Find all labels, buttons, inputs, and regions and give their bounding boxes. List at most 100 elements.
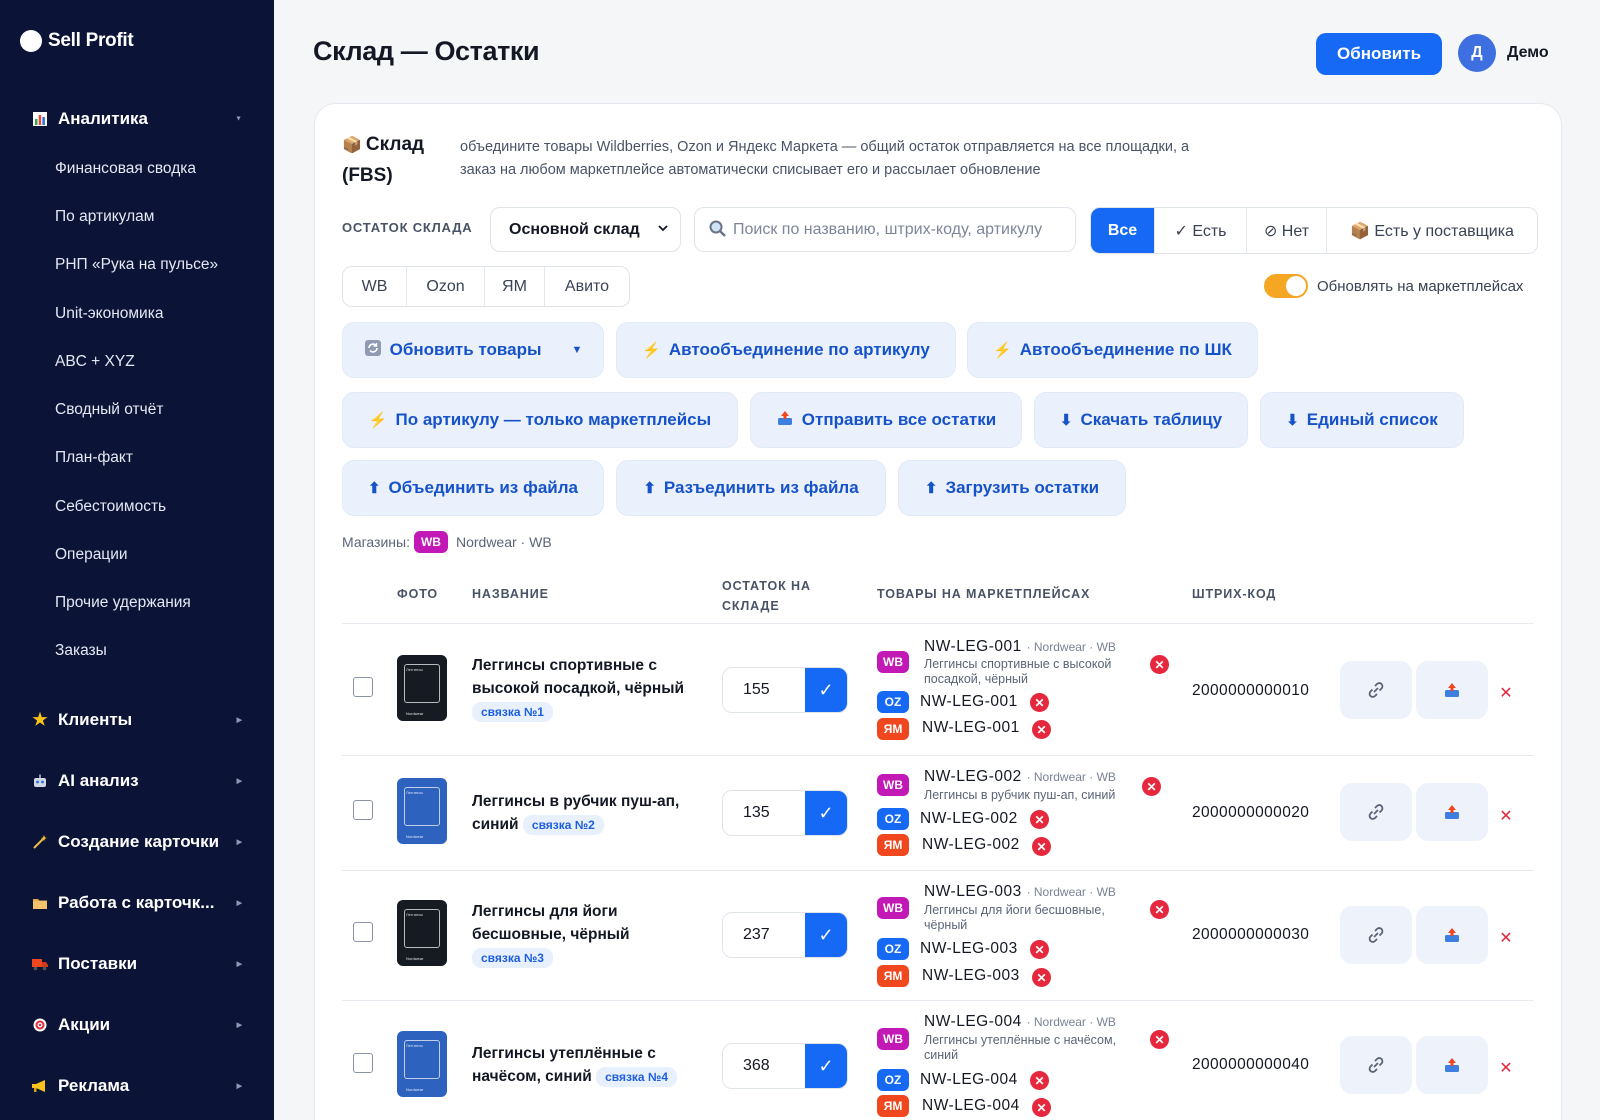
mp-sku-oz[interactable]: NW-LEG-004 bbox=[920, 1071, 1018, 1089]
row-checkbox[interactable] bbox=[353, 800, 373, 820]
merge-from-file-button[interactable]: ⬆ Объединить из файла bbox=[342, 460, 604, 516]
robot-icon bbox=[30, 771, 50, 791]
filter-avito[interactable]: Авито bbox=[545, 267, 629, 306]
sidebar-item-other-deductions[interactable]: Прочие удержания bbox=[55, 586, 265, 620]
filter-wb[interactable]: WB bbox=[343, 267, 407, 306]
unlink-oz-button[interactable]: ✕ bbox=[1030, 940, 1049, 959]
mp-sku-wb[interactable]: NW-LEG-003 · Nordwear · WB bbox=[924, 883, 1116, 901]
brand-logo[interactable]: Sell Profit bbox=[20, 30, 134, 52]
by-article-mp-only-button[interactable]: ⚡ По артикулу — только маркетплейсы bbox=[342, 392, 738, 448]
unlink-wb-button[interactable]: ✕ bbox=[1150, 900, 1169, 919]
mp-sku-ym[interactable]: NW-LEG-003 bbox=[922, 967, 1020, 985]
update-marketplaces-toggle[interactable] bbox=[1264, 274, 1308, 298]
link-button[interactable] bbox=[1340, 906, 1412, 964]
row-checkbox[interactable] bbox=[353, 677, 373, 697]
unlink-oz-button[interactable]: ✕ bbox=[1030, 1071, 1049, 1090]
row-checkbox[interactable] bbox=[353, 1053, 373, 1073]
link-tag[interactable]: связка №1 bbox=[472, 702, 553, 722]
nav-ads[interactable]: Реклама ▶ bbox=[30, 1066, 252, 1106]
nav-ai-analysis[interactable]: AI анализ ▶ bbox=[30, 761, 252, 801]
sidebar-item-summary-report[interactable]: Сводный отчёт bbox=[55, 393, 265, 427]
nav-promotions[interactable]: Акции ▶ bbox=[30, 1005, 252, 1045]
mp-sku-ym[interactable]: NW-LEG-002 bbox=[922, 836, 1020, 854]
unified-list-button[interactable]: ⬇ Единый список bbox=[1260, 392, 1464, 448]
confirm-check-icon[interactable]: ✓ bbox=[805, 1044, 847, 1088]
sidebar-item-financial-summary[interactable]: Финансовая сводка bbox=[55, 152, 265, 186]
auto-merge-barcode-button[interactable]: ⚡ Автообъединение по ШК bbox=[967, 322, 1258, 378]
link-button[interactable] bbox=[1340, 783, 1412, 841]
shop-badge-wb[interactable]: WB bbox=[413, 531, 448, 553]
user-name[interactable]: Демо bbox=[1507, 44, 1549, 62]
split-from-file-button[interactable]: ⬆ Разъединить из файла bbox=[616, 460, 886, 516]
sidebar-item-orders[interactable]: Заказы bbox=[55, 634, 265, 668]
filter-in-stock[interactable]: ✓ Есть bbox=[1155, 208, 1247, 253]
unlink-ym-button[interactable]: ✕ bbox=[1032, 720, 1051, 739]
sidebar-item-plan-fact[interactable]: План-факт bbox=[55, 441, 265, 475]
delete-row-icon[interactable]: ✕ bbox=[1498, 930, 1514, 947]
confirm-check-icon[interactable]: ✓ bbox=[805, 913, 847, 957]
unlink-ym-button[interactable]: ✕ bbox=[1032, 968, 1051, 987]
delete-row-icon[interactable]: ✕ bbox=[1498, 685, 1514, 702]
mp-sku-wb[interactable]: NW-LEG-004 · Nordwear · WB bbox=[924, 1013, 1116, 1031]
stock-input[interactable] bbox=[723, 1044, 807, 1088]
mp-sku-oz[interactable]: NW-LEG-001 bbox=[920, 693, 1018, 711]
sidebar-item-cost[interactable]: Себестоимость bbox=[55, 490, 265, 524]
sidebar-item-operations[interactable]: Операции bbox=[55, 538, 265, 572]
sidebar-item-rnp[interactable]: РНП «Рука на пульсе» bbox=[55, 248, 265, 282]
avatar[interactable]: Д bbox=[1458, 34, 1496, 72]
mp-sku-oz[interactable]: NW-LEG-002 bbox=[920, 810, 1018, 828]
confirm-check-icon[interactable]: ✓ bbox=[805, 791, 847, 835]
nav-clients[interactable]: ★ Клиенты ▶ bbox=[30, 700, 252, 740]
nav-card-creation[interactable]: Создание карточки ▶ bbox=[30, 822, 252, 862]
refresh-button[interactable]: Обновить bbox=[1316, 33, 1442, 75]
send-stock-button[interactable] bbox=[1416, 906, 1488, 964]
filter-out-of-stock[interactable]: ⊘ Нет bbox=[1247, 208, 1327, 253]
filter-supplier-stock[interactable]: 📦 Есть у поставщика bbox=[1327, 208, 1537, 253]
sidebar-item-by-articles[interactable]: По артикулам bbox=[55, 200, 265, 234]
unlink-oz-button[interactable]: ✕ bbox=[1030, 810, 1049, 829]
nav-card-work[interactable]: Работа с карточк... ▶ bbox=[30, 883, 252, 923]
link-button[interactable] bbox=[1340, 1036, 1412, 1094]
unlink-wb-button[interactable]: ✕ bbox=[1150, 655, 1169, 674]
mp-sku-wb[interactable]: NW-LEG-002 · Nordwear · WB bbox=[924, 768, 1116, 786]
sidebar-item-abc-xyz[interactable]: ABC + XYZ bbox=[55, 345, 265, 379]
mp-sku-ym[interactable]: NW-LEG-004 bbox=[922, 1097, 1020, 1115]
stock-input[interactable] bbox=[723, 913, 807, 957]
send-all-stock-button[interactable]: Отправить все остатки bbox=[750, 392, 1022, 448]
filter-all[interactable]: Все bbox=[1091, 208, 1155, 253]
sidebar-item-unit-economics[interactable]: Unit-экономика bbox=[55, 297, 265, 331]
search-field[interactable] bbox=[694, 207, 1076, 252]
nav-analytics[interactable]: Аналитика ▼ bbox=[30, 99, 252, 139]
nav-supplies[interactable]: Поставки ▶ bbox=[30, 944, 252, 984]
filter-ozon[interactable]: Ozon bbox=[407, 267, 485, 306]
update-products-button[interactable]: Обновить товары ▼ bbox=[342, 322, 604, 378]
stock-input[interactable] bbox=[723, 668, 807, 712]
link-button[interactable] bbox=[1340, 661, 1412, 719]
stock-input[interactable] bbox=[723, 791, 807, 835]
confirm-check-icon[interactable]: ✓ bbox=[805, 668, 847, 712]
row-checkbox[interactable] bbox=[353, 922, 373, 942]
send-stock-button[interactable] bbox=[1416, 1036, 1488, 1094]
unlink-wb-button[interactable]: ✕ bbox=[1142, 777, 1161, 796]
delete-row-icon[interactable]: ✕ bbox=[1498, 808, 1514, 825]
link-tag[interactable]: связка №3 bbox=[472, 948, 553, 968]
caret-down-icon[interactable]: ▼ bbox=[571, 344, 582, 356]
unlink-ym-button[interactable]: ✕ bbox=[1032, 1098, 1051, 1117]
send-stock-button[interactable] bbox=[1416, 783, 1488, 841]
send-stock-button[interactable] bbox=[1416, 661, 1488, 719]
upload-stock-button[interactable]: ⬆ Загрузить остатки bbox=[898, 460, 1126, 516]
mp-sku-wb[interactable]: NW-LEG-001 · Nordwear · WB bbox=[924, 638, 1116, 656]
link-tag[interactable]: связка №2 bbox=[522, 815, 604, 835]
search-input[interactable] bbox=[733, 220, 1063, 239]
mp-sku-ym[interactable]: NW-LEG-001 bbox=[922, 719, 1020, 737]
link-tag[interactable]: связка №4 bbox=[596, 1067, 677, 1087]
mp-sku-oz[interactable]: NW-LEG-003 bbox=[920, 940, 1018, 958]
warehouse-select[interactable]: Основной склад bbox=[490, 207, 681, 252]
download-table-button[interactable]: ⬇ Скачать таблицу bbox=[1034, 392, 1248, 448]
unlink-ym-button[interactable]: ✕ bbox=[1032, 837, 1051, 856]
filter-ym[interactable]: ЯМ bbox=[485, 267, 545, 306]
unlink-wb-button[interactable]: ✕ bbox=[1150, 1030, 1169, 1049]
auto-merge-article-button[interactable]: ⚡ Автообъединение по артикулу bbox=[616, 322, 956, 378]
delete-row-icon[interactable]: ✕ bbox=[1498, 1060, 1514, 1077]
unlink-oz-button[interactable]: ✕ bbox=[1030, 693, 1049, 712]
